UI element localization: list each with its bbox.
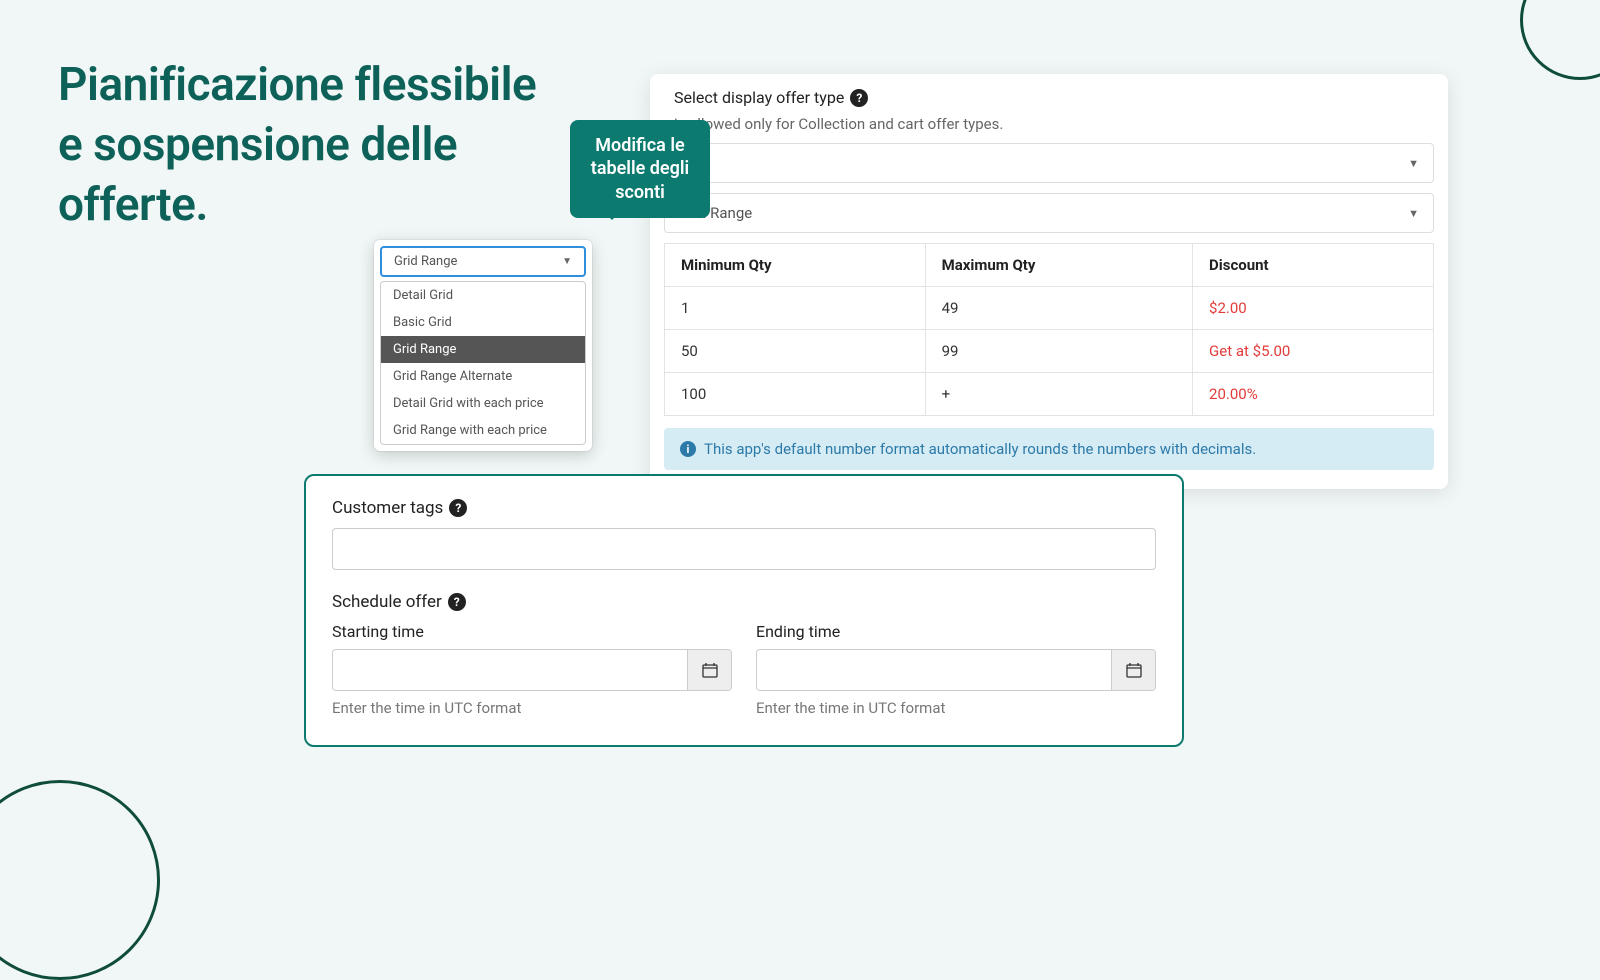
cell-min: 1 xyxy=(665,287,926,330)
discount-table: Minimum Qty Maximum Qty Discount 149$2.0… xyxy=(664,243,1434,416)
info-banner: i This app's default number format autom… xyxy=(664,428,1434,470)
info-icon: i xyxy=(680,441,696,457)
headline: Pianificazione flessibile e sospensione … xyxy=(58,56,548,235)
offer-type-select-1[interactable]: ▼ xyxy=(664,143,1434,183)
dropdown-option[interactable]: Grid Range with each price xyxy=(381,417,585,444)
chevron-down-icon: ▼ xyxy=(562,256,572,267)
table-row: 149$2.00 xyxy=(665,287,1434,330)
table-header-row: Minimum Qty Maximum Qty Discount xyxy=(665,244,1434,287)
dropdown-option[interactable]: Grid Range xyxy=(381,336,585,363)
tooltip-bubble: Modifica le tabelle degli sconti xyxy=(570,120,710,218)
ending-time-hint: Enter the time in UTC format xyxy=(756,699,1156,717)
dropdown-option[interactable]: Basic Grid xyxy=(381,309,585,336)
help-icon[interactable]: ? xyxy=(850,89,868,107)
table-row: 5099Get at $5.00 xyxy=(665,330,1434,373)
starting-time-col: Starting time Enter the time in UTC form… xyxy=(332,622,732,717)
decorative-arc xyxy=(1520,0,1600,80)
cell-max: 99 xyxy=(925,330,1192,373)
cell-discount: Get at $5.00 xyxy=(1193,330,1434,373)
dropdown-selected[interactable]: Grid Range ▼ xyxy=(380,246,586,277)
offer-type-card: Select display offer type ? is allowed o… xyxy=(650,74,1448,489)
starting-time-input[interactable] xyxy=(333,650,687,690)
starting-time-label: Starting time xyxy=(332,622,732,641)
help-icon[interactable]: ? xyxy=(449,499,467,517)
info-text: This app's default number format automat… xyxy=(704,440,1256,458)
ending-time-col: Ending time Enter the time in UTC format xyxy=(756,622,1156,717)
chevron-down-icon: ▼ xyxy=(1408,207,1419,220)
dropdown-options: Detail GridBasic GridGrid RangeGrid Rang… xyxy=(380,281,586,445)
help-icon[interactable]: ? xyxy=(448,593,466,611)
ending-time-label: Ending time xyxy=(756,622,1156,641)
dropdown-option[interactable]: Detail Grid with each price xyxy=(381,390,585,417)
schedule-offer-label-text: Schedule offer xyxy=(332,592,442,612)
calendar-icon[interactable] xyxy=(687,650,731,690)
col-discount: Discount xyxy=(1193,244,1434,287)
grid-range-dropdown[interactable]: Grid Range ▼ Detail GridBasic GridGrid R… xyxy=(374,240,592,451)
dropdown-option[interactable]: Grid Range Alternate xyxy=(381,363,585,390)
table-row: 100+20.00% xyxy=(665,373,1434,416)
offer-type-title: Select display offer type ? xyxy=(650,88,1448,107)
starting-time-group xyxy=(332,649,732,691)
cell-min: 50 xyxy=(665,330,926,373)
ending-time-group xyxy=(756,649,1156,691)
customer-tags-label-text: Customer tags xyxy=(332,498,443,518)
starting-time-hint: Enter the time in UTC format xyxy=(332,699,732,717)
customer-tags-input[interactable] xyxy=(332,528,1156,570)
dropdown-option[interactable]: Detail Grid xyxy=(381,282,585,309)
offer-type-hint: is allowed only for Collection and cart … xyxy=(650,107,1448,143)
dropdown-selected-label: Grid Range xyxy=(394,254,457,269)
schedule-card: Customer tags ? Schedule offer ? Startin… xyxy=(304,474,1184,747)
ending-time-input[interactable] xyxy=(757,650,1111,690)
schedule-offer-label: Schedule offer ? xyxy=(332,592,1156,612)
offer-type-title-text: Select display offer type xyxy=(674,88,844,107)
cell-max: 49 xyxy=(925,287,1192,330)
customer-tags-label: Customer tags ? xyxy=(332,498,1156,518)
cell-discount: $2.00 xyxy=(1193,287,1434,330)
offer-type-select-2[interactable]: Grid Range ▼ xyxy=(664,193,1434,233)
decorative-circle xyxy=(0,780,160,980)
chevron-down-icon: ▼ xyxy=(1408,157,1419,170)
cell-min: 100 xyxy=(665,373,926,416)
calendar-icon[interactable] xyxy=(1111,650,1155,690)
col-min-qty: Minimum Qty xyxy=(665,244,926,287)
cell-discount: 20.00% xyxy=(1193,373,1434,416)
cell-max: + xyxy=(925,373,1192,416)
col-max-qty: Maximum Qty xyxy=(925,244,1192,287)
